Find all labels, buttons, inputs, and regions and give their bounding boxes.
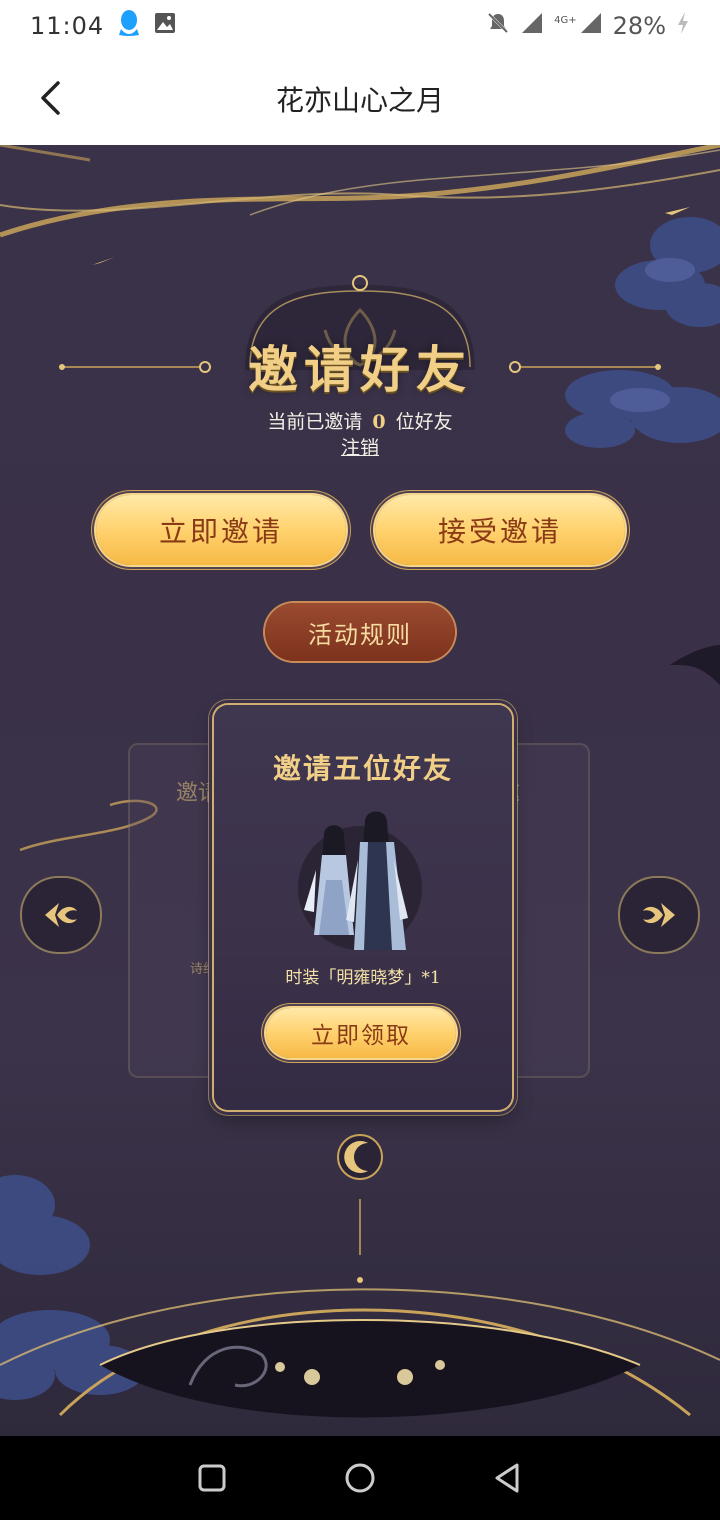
page-title: 花亦山心之月 (275, 83, 444, 117)
invited-count-line: 当前已邀请 0 位好友 (0, 407, 720, 434)
accept-invite-button[interactable]: 接受邀请 (375, 495, 625, 565)
invite-title: 邀请好友 (248, 340, 472, 399)
qq-icon (118, 9, 140, 43)
system-nav-bar (0, 1436, 720, 1520)
recent-apps-button[interactable] (188, 1454, 236, 1502)
home-icon (345, 1463, 375, 1493)
invite-now-button[interactable]: 立即邀请 (96, 495, 346, 565)
status-bar: 11:04 4G+ 28% (0, 0, 720, 52)
reward-card-title: 邀请五位好友 (272, 752, 453, 785)
reward-card-active: 邀请五位好友 时装「明雍晓梦」*1 立即领取 (214, 705, 512, 1110)
status-time: 11:04 (30, 12, 105, 40)
arrow-right-icon (643, 903, 675, 927)
claim-reward-button[interactable]: 立即领取 (266, 1008, 456, 1058)
invited-suffix: 位好友 (395, 411, 453, 433)
mute-icon (486, 11, 510, 41)
battery-label: 28% (612, 12, 666, 40)
signal-icon (520, 11, 544, 41)
invited-count: 0 (372, 411, 386, 433)
network-type-label: 4G+ (554, 14, 577, 26)
arrow-left-icon (45, 903, 77, 927)
reward-name: 时装「明雍晓梦」*1 (285, 968, 441, 988)
back-icon (495, 1463, 519, 1493)
system-back-button[interactable] (484, 1454, 532, 1502)
activity-page: 邀请好友 当前已邀请 0 位好友 注销 立即邀请 接受邀请 活动规则 邀请 诗约… (0, 145, 720, 1436)
image-icon (154, 12, 176, 40)
chevron-left-icon (41, 81, 60, 115)
recent-apps-icon (198, 1464, 226, 1492)
previous-card-text: 诗约 (190, 962, 217, 977)
logout-link[interactable]: 注销 (320, 433, 400, 460)
activity-rules-button[interactable]: 活动规则 (265, 603, 455, 661)
app-header: 花亦山心之月 (0, 52, 720, 145)
battery-icon (676, 11, 690, 41)
carousel-previous-button[interactable] (22, 878, 100, 952)
signal-icon-2 (579, 11, 603, 41)
costume-characters-image (298, 811, 422, 950)
home-button[interactable] (336, 1454, 384, 1502)
invited-prefix: 当前已邀请 (267, 411, 363, 433)
back-button[interactable] (26, 74, 74, 122)
carousel-next-button[interactable] (620, 878, 698, 952)
